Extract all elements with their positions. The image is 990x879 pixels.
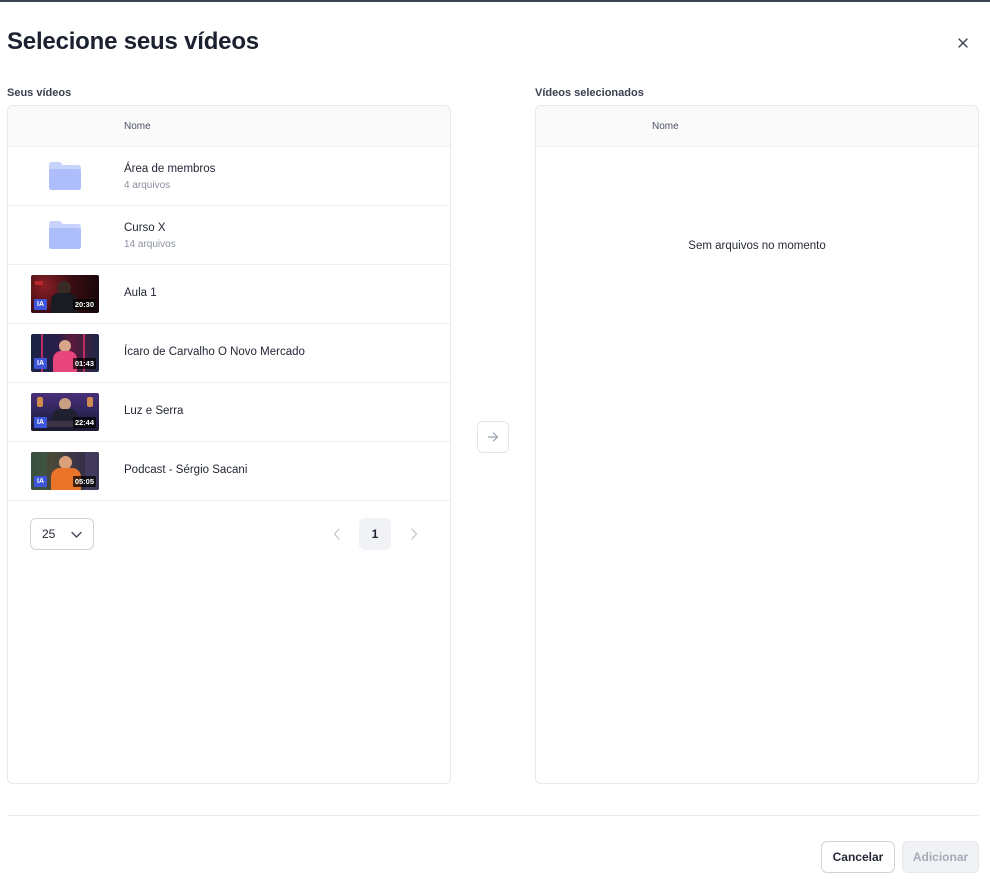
move-to-selected-button[interactable]	[477, 421, 509, 453]
video-thumb-cell: IA 22:44	[30, 383, 100, 441]
item-name: Ícaro de Carvalho O Novo Mercado	[124, 346, 305, 358]
folder-thumb	[30, 206, 100, 264]
ia-badge: IA	[34, 417, 47, 428]
column-header-name: Nome	[124, 121, 151, 132]
item-name: Aula 1	[124, 287, 157, 299]
table-header: Nome	[8, 106, 450, 147]
list-item-video[interactable]: IA 05:05 Podcast - Sérgio Sacani	[8, 442, 450, 501]
folder-icon	[49, 221, 81, 249]
selected-videos-label: Vídeos selecionados	[535, 87, 644, 99]
ia-badge: IA	[34, 358, 47, 369]
close-icon	[958, 38, 968, 48]
modal-title: Selecione seus vídeos	[7, 28, 259, 55]
item-count: 4 arquivos	[124, 180, 171, 191]
video-duration: 01:43	[72, 358, 96, 369]
video-thumb-cell: IA 20:30	[30, 265, 100, 323]
video-thumb-cell: IA 01:43	[30, 324, 100, 382]
item-name: Área de membros	[124, 163, 216, 175]
selected-videos-panel: Nome Sem arquivos no momento	[535, 105, 979, 784]
chevron-down-icon	[71, 531, 82, 538]
list-item-folder[interactable]: Área de membros 4 arquivos	[8, 147, 450, 206]
video-duration: 05:05	[72, 476, 96, 487]
page-1-button[interactable]: 1	[359, 518, 391, 550]
folder-icon	[49, 162, 81, 190]
list-item-folder[interactable]: Curso X 14 arquivos	[8, 206, 450, 265]
chevron-right-icon	[411, 528, 418, 540]
ia-badge: IA	[34, 299, 47, 310]
next-page-button[interactable]	[407, 526, 421, 542]
page-size-select[interactable]: 25	[30, 518, 94, 550]
item-count: 14 arquivos	[124, 239, 176, 250]
video-thumbnail: IA 22:44	[31, 393, 99, 431]
table-header: Nome	[536, 106, 978, 147]
video-duration: 22:44	[72, 417, 96, 428]
your-videos-panel: Nome Área de membros 4 arquivos Curso X	[7, 105, 451, 784]
previous-page-button[interactable]	[330, 526, 344, 542]
item-name: Luz e Serra	[124, 405, 184, 417]
footer-divider	[7, 815, 979, 816]
column-header-name: Nome	[652, 121, 679, 132]
folder-thumb	[30, 147, 100, 205]
video-thumb-cell: IA 05:05	[30, 442, 100, 500]
close-button[interactable]	[953, 33, 973, 53]
list-item-video[interactable]: IA 22:44 Luz e Serra	[8, 383, 450, 442]
your-videos-label: Seus vídeos	[7, 87, 72, 99]
cancel-button[interactable]: Cancelar	[821, 841, 895, 873]
video-thumbnail: IA 20:30	[31, 275, 99, 313]
chevron-left-icon	[333, 528, 340, 540]
video-duration: 20:30	[72, 299, 96, 310]
select-videos-modal: Selecione seus vídeos Seus vídeos Nome Á…	[0, 0, 990, 879]
ia-badge: IA	[34, 476, 47, 487]
page-size-value: 25	[42, 527, 56, 541]
pagination: 25 1	[30, 518, 430, 552]
empty-state-text: Sem arquivos no momento	[688, 240, 826, 252]
list-item-video[interactable]: IA 01:43 Ícaro de Carvalho O Novo Mercad…	[8, 324, 450, 383]
arrow-right-icon	[487, 432, 499, 442]
add-button[interactable]: Adicionar	[902, 841, 979, 873]
video-thumbnail: IA 05:05	[31, 452, 99, 490]
video-thumbnail: IA 01:43	[31, 334, 99, 372]
item-name: Curso X	[124, 222, 166, 234]
list-item-video[interactable]: IA 20:30 Aula 1	[8, 265, 450, 324]
item-name: Podcast - Sérgio Sacani	[124, 464, 248, 476]
